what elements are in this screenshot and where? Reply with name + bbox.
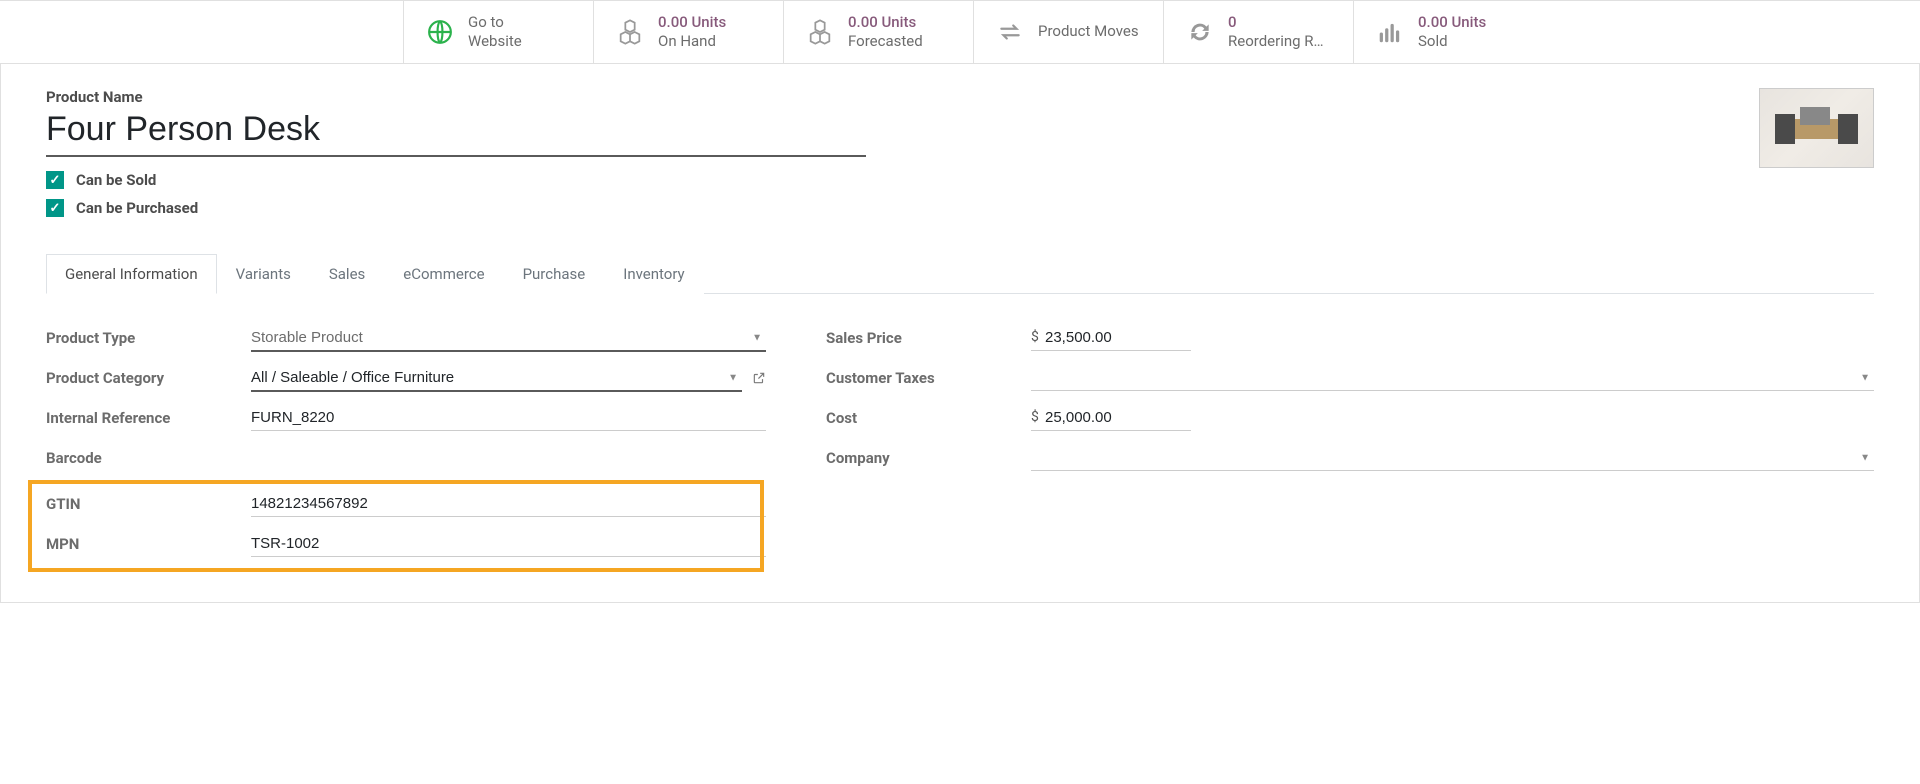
stat-forecasted[interactable]: 0.00 Units Forecasted — [784, 1, 974, 63]
tabs: General Information Variants Sales eComm… — [46, 253, 1874, 294]
tab-inventory[interactable]: Inventory — [604, 254, 703, 294]
stat-text: Go to — [468, 13, 522, 33]
stat-value: 0.00 Units — [658, 13, 726, 33]
boxes-icon — [804, 16, 836, 48]
internal-reference-input[interactable] — [251, 405, 766, 431]
gtin-input[interactable] — [251, 491, 766, 517]
tab-variants[interactable]: Variants — [217, 254, 310, 294]
globe-icon — [424, 16, 456, 48]
mpn-input[interactable] — [251, 531, 766, 557]
stat-label: Sold — [1418, 32, 1486, 52]
stat-product-moves[interactable]: Product Moves — [974, 1, 1164, 63]
tab-general-information[interactable]: General Information — [46, 254, 217, 294]
gtin-label: GTIN — [46, 495, 251, 513]
sales-price-label: Sales Price — [826, 329, 1031, 347]
stat-label: Forecasted — [848, 32, 923, 52]
tab-ecommerce[interactable]: eCommerce — [384, 254, 503, 294]
stat-label: On Hand — [658, 32, 726, 52]
product-category-select[interactable] — [251, 365, 742, 392]
company-select[interactable] — [1031, 445, 1874, 471]
currency-symbol: $ — [1031, 409, 1039, 425]
product-category-label: Product Category — [46, 369, 251, 387]
boxes-icon — [614, 16, 646, 48]
stat-value: 0.00 Units — [1418, 13, 1486, 33]
refresh-icon — [1184, 16, 1216, 48]
product-type-select[interactable] — [251, 325, 766, 352]
cost-input[interactable] — [1031, 405, 1191, 431]
currency-symbol: $ — [1031, 329, 1039, 345]
stat-spacer — [0, 1, 404, 63]
barcode-input[interactable] — [251, 446, 766, 471]
stat-label: Reordering R… — [1228, 32, 1324, 52]
highlighted-section: GTIN MPN — [46, 480, 766, 572]
stat-reordering[interactable]: 0 Reordering R… — [1164, 1, 1354, 63]
external-link-icon[interactable] — [752, 371, 766, 385]
barcode-label: Barcode — [46, 449, 251, 467]
tab-sales[interactable]: Sales — [310, 254, 384, 294]
cost-label: Cost — [826, 409, 1031, 427]
product-type-label: Product Type — [46, 329, 251, 347]
stat-label: Product Moves — [1038, 22, 1139, 42]
can-be-purchased-label: Can be Purchased — [76, 199, 198, 217]
stat-bar: Go to Website 0.00 Units On Hand 0.00 Un… — [0, 0, 1920, 64]
can-be-sold-label: Can be Sold — [76, 171, 156, 189]
form-body: Product Name ✓ Can be Sold ✓ Can be Purc… — [0, 64, 1920, 603]
product-image[interactable] — [1759, 88, 1874, 168]
stat-value: 0.00 Units — [848, 13, 923, 33]
stat-go-to-website[interactable]: Go to Website — [404, 1, 594, 63]
stat-sold[interactable]: 0.00 Units Sold — [1354, 1, 1920, 63]
product-name-input[interactable] — [46, 108, 866, 157]
internal-reference-label: Internal Reference — [46, 409, 251, 427]
can-be-purchased-checkbox[interactable]: ✓ — [46, 199, 64, 217]
bar-chart-icon — [1374, 16, 1406, 48]
stat-on-hand[interactable]: 0.00 Units On Hand — [594, 1, 784, 63]
company-label: Company — [826, 449, 1031, 467]
customer-taxes-select[interactable] — [1031, 365, 1874, 391]
customer-taxes-label: Customer Taxes — [826, 369, 1031, 387]
stat-value: 0 — [1228, 13, 1324, 33]
sales-price-input[interactable] — [1031, 325, 1191, 351]
arrows-exchange-icon — [994, 16, 1026, 48]
tab-purchase[interactable]: Purchase — [504, 254, 605, 294]
stat-text: Website — [468, 32, 522, 52]
can-be-sold-checkbox[interactable]: ✓ — [46, 171, 64, 189]
mpn-label: MPN — [46, 535, 251, 553]
product-name-label: Product Name — [46, 88, 866, 106]
